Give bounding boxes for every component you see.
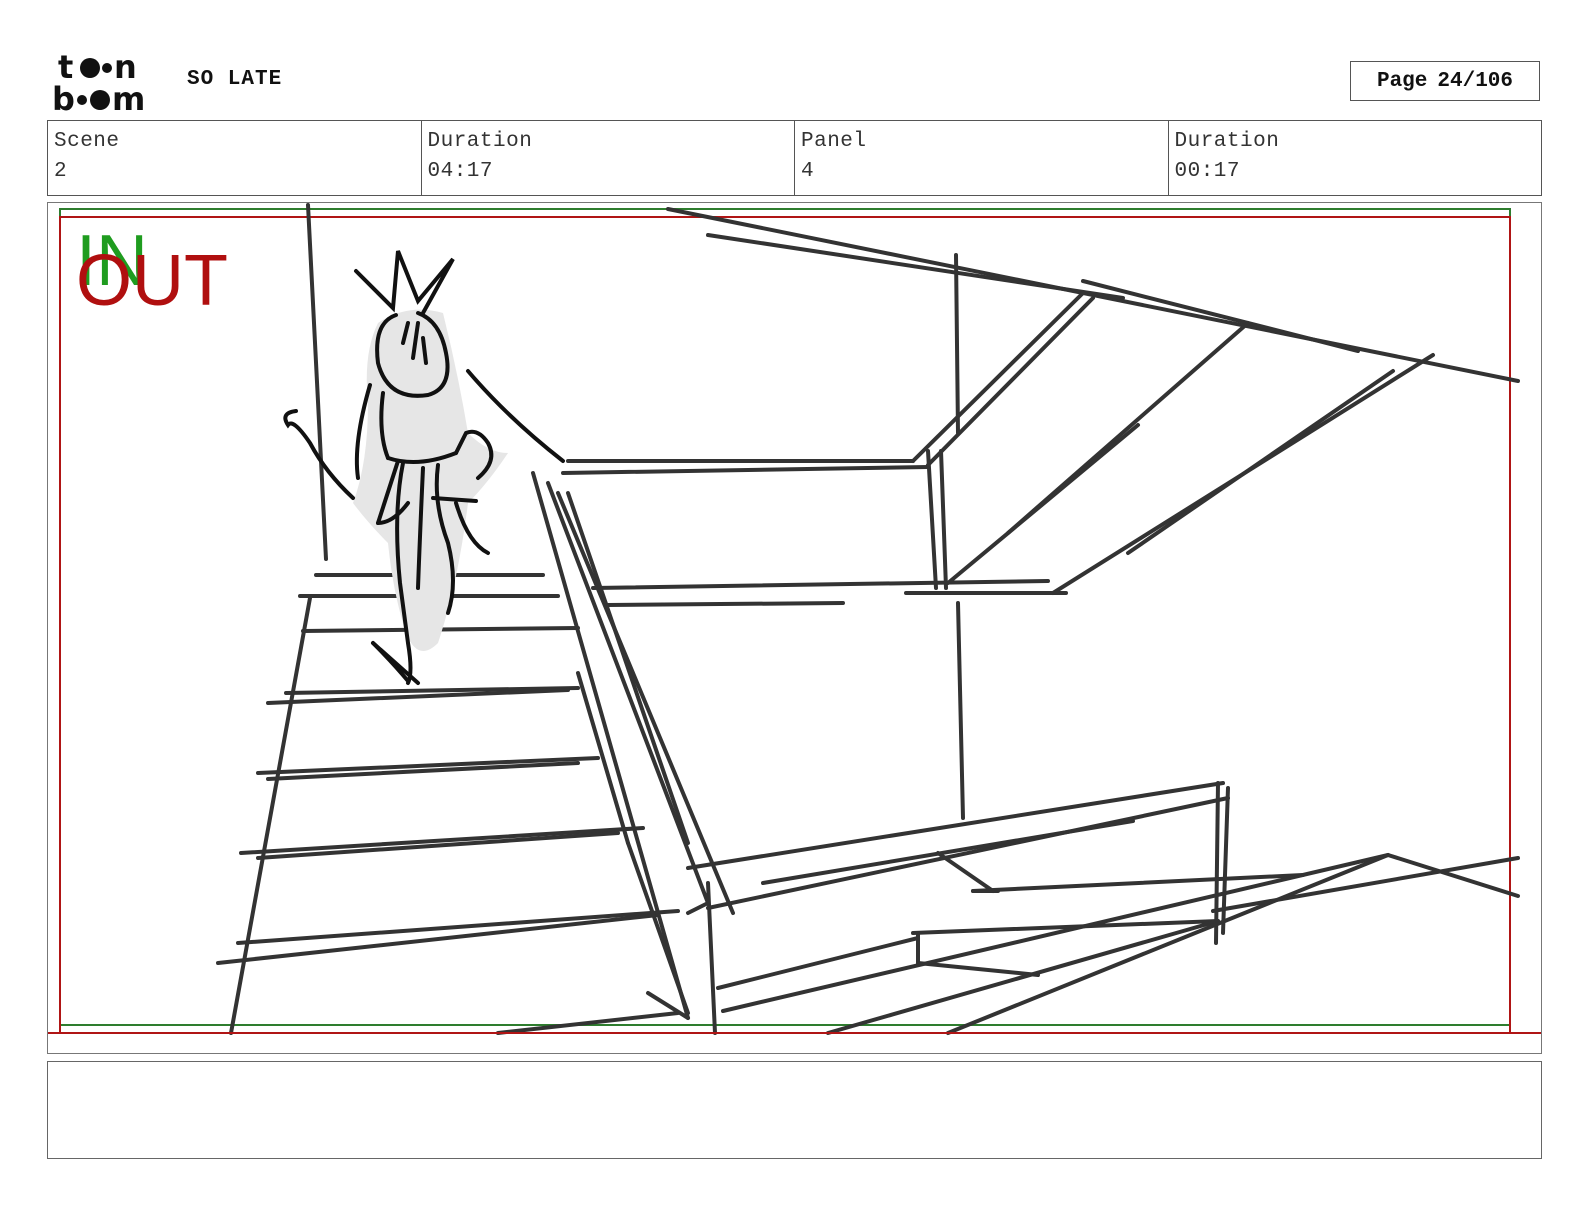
scene-value: 2 [54,160,68,183]
panel-duration-label: Duration [1174,130,1280,153]
red-frame-guide [59,216,1511,1034]
character-sketch [283,250,565,685]
svg-text:toon: toon [52,50,55,51]
panel-cell: Panel 4 [794,121,1168,195]
scene-duration-cell: Duration 04:17 [420,121,795,195]
panel-label: Panel [801,130,867,153]
panel-notes-box[interactable] [47,1061,1542,1159]
panel-value: 4 [801,160,815,183]
storyboard-panel: IN OUT [47,202,1542,1054]
svg-text:b: b [52,80,75,114]
page-indicator: Page 24/106 [1350,61,1540,101]
scene-duration-value: 04:17 [427,160,494,183]
out-label: OUT [76,241,228,321]
scene-info-table: Scene 2 Duration 04:17 Panel 4 Duration … [47,120,1542,196]
svg-text:m: m [112,80,145,114]
page-label: Page [1376,69,1428,93]
page-value: 24/106 [1437,69,1514,93]
panel-duration-value: 00:17 [1174,160,1241,183]
panel-sketch [48,203,1541,1035]
toonboom-logo: t n b m toon [52,48,164,118]
green-frame-guide [59,208,1511,1026]
project-title: SO LATE [187,68,283,91]
panel-duration-cell: Duration 00:17 [1167,121,1542,195]
scene-cell: Scene 2 [48,121,421,195]
scene-duration-label: Duration [427,130,533,153]
scene-label: Scene [54,130,120,153]
